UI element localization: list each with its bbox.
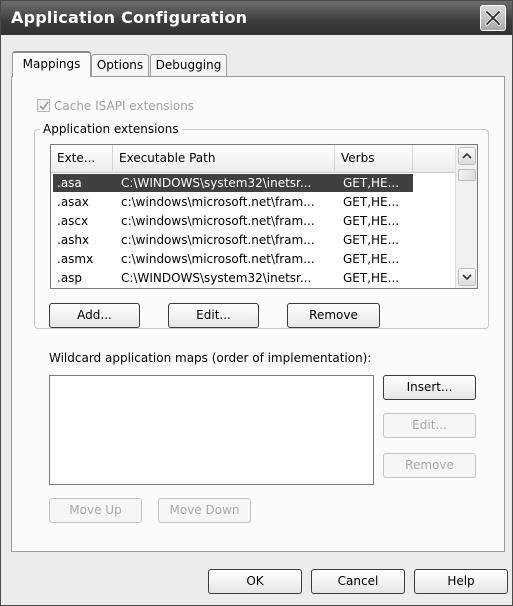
row-verbs: GET,HE... (343, 195, 400, 209)
wildcard-remove-button[interactable]: Remove (383, 453, 476, 478)
row-verbs: GET,HE... (343, 233, 400, 247)
tab-debugging-label: Debugging (155, 58, 222, 72)
row-verbs: GET,HE... (343, 252, 400, 266)
row-executable-path: C:\WINDOWS\system32\inetsr... (121, 271, 312, 285)
row-extension: .asax (57, 195, 89, 209)
chevron-up-icon (462, 152, 472, 159)
table-row[interactable]: .asmx c:\windows\microsoft.net\fram... G… (51, 250, 455, 268)
move-down-button[interactable]: Move Down (158, 498, 251, 523)
row-executable-path: c:\windows\microsoft.net\fram... (121, 214, 315, 228)
row-executable-path: c:\windows\microsoft.net\fram... (121, 252, 315, 266)
application-configuration-window: Application Configuration Mappings Optio… (0, 0, 513, 606)
row-verbs: GET,HE... (343, 214, 400, 228)
row-executable-path: c:\windows\microsoft.net\fram... (121, 195, 315, 209)
help-button[interactable]: Help (414, 569, 508, 594)
column-header-extension[interactable]: Exte... (51, 145, 113, 171)
remove-button[interactable]: Remove (287, 303, 380, 328)
application-extensions-label: Application extensions (40, 122, 182, 136)
table-row[interactable]: .asax c:\windows\microsoft.net\fram... G… (51, 193, 455, 211)
row-extension: .ascx (57, 214, 89, 228)
row-extension: .asp (57, 271, 83, 285)
column-header-executable-path[interactable]: Executable Path (113, 145, 335, 171)
insert-button[interactable]: Insert... (383, 375, 476, 400)
checkbox-box[interactable] (37, 99, 50, 112)
table-row[interactable]: .ascx c:\windows\microsoft.net\fram... G… (51, 212, 455, 230)
ok-button[interactable]: OK (208, 569, 302, 594)
table-row[interactable]: .asp C:\WINDOWS\system32\inetsr... GET,H… (51, 269, 455, 287)
chevron-down-icon (462, 274, 472, 281)
add-button[interactable]: Add... (49, 303, 140, 328)
edit-button[interactable]: Edit... (168, 303, 259, 328)
tab-mappings[interactable]: Mappings (12, 51, 91, 77)
row-extension: .asmx (57, 252, 94, 266)
row-extension: .ashx (57, 233, 90, 247)
listview-header: Exte... Executable Path Verbs (51, 145, 455, 173)
tab-mappings-label: Mappings (22, 57, 81, 71)
table-row[interactable]: .asa C:\WINDOWS\system32\inetsr... GET,H… (51, 174, 455, 192)
scroll-up-button[interactable] (458, 147, 476, 165)
window-title: Application Configuration (11, 8, 248, 27)
tab-options-label: Options (96, 58, 144, 72)
cancel-button[interactable]: Cancel (311, 569, 405, 594)
close-button[interactable] (480, 5, 506, 31)
extensions-listview[interactable]: Exte... Executable Path Verbs .asa C:\WI… (50, 144, 478, 289)
vertical-scrollbar[interactable] (455, 145, 477, 288)
scroll-down-button[interactable] (458, 268, 476, 286)
row-verbs: GET,HE... (343, 176, 400, 190)
cache-isapi-label: Cache ISAPI extensions (54, 99, 195, 113)
tab-options[interactable]: Options (91, 54, 149, 76)
move-up-button[interactable]: Move Up (49, 498, 142, 523)
scrollbar-thumb[interactable] (458, 169, 476, 181)
title-bar[interactable]: Application Configuration (1, 1, 512, 35)
wildcard-maps-label: Wildcard application maps (order of impl… (49, 351, 372, 365)
row-verbs: GET,HE... (343, 271, 400, 285)
wildcard-maps-list[interactable] (49, 375, 374, 485)
row-executable-path: C:\WINDOWS\system32\inetsr... (121, 176, 312, 190)
tab-debugging[interactable]: Debugging (150, 54, 227, 76)
row-extension: .asa (57, 176, 82, 190)
table-row[interactable]: .ashx c:\windows\microsoft.net\fram... G… (51, 231, 455, 249)
column-header-verbs[interactable]: Verbs (335, 145, 413, 171)
row-executable-path: c:\windows\microsoft.net\fram... (121, 233, 315, 247)
checkmark-icon (39, 101, 49, 111)
wildcard-edit-button[interactable]: Edit... (383, 413, 476, 438)
close-icon (485, 10, 501, 26)
